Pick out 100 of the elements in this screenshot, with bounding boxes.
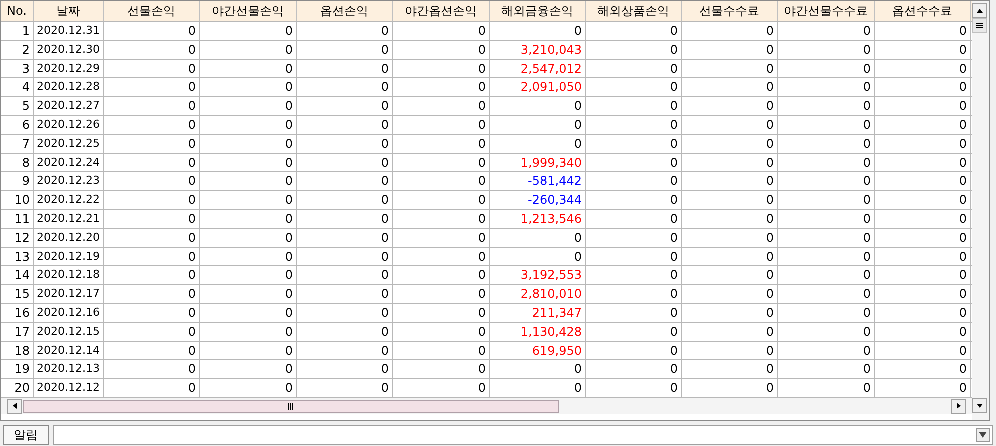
table-cell: 619,950 xyxy=(490,342,586,360)
table-cell: 0 xyxy=(586,97,682,115)
table-cell: 1,130,428 xyxy=(490,322,586,341)
table-cell: 17 xyxy=(1,322,34,341)
vertical-scrollbar[interactable] xyxy=(972,1,989,420)
table-cell: 0 xyxy=(875,40,971,59)
table-cell: 0 xyxy=(297,228,393,247)
column-header[interactable]: No. xyxy=(1,1,34,21)
table-cell: 0 xyxy=(104,379,200,397)
table-cell: 0 xyxy=(778,342,875,360)
table-cell: 0 xyxy=(875,304,971,322)
table-cell: 0 xyxy=(200,379,297,397)
table-cell: 0 xyxy=(682,210,778,228)
table-cell: 0 xyxy=(393,134,490,153)
table-cell: 0 xyxy=(778,322,875,341)
table-cell: 1,213,546 xyxy=(490,210,586,228)
column-header[interactable]: 선물손익 xyxy=(104,1,200,21)
column-header[interactable]: 선물수수료 xyxy=(682,1,778,21)
table-cell: 2020.12.17 xyxy=(34,285,104,303)
column-header[interactable]: 야간옵션손익 xyxy=(393,1,490,21)
table-cell: 2020.12.14 xyxy=(34,342,104,360)
table-cell: 0 xyxy=(200,97,297,115)
table-cell: 0 xyxy=(778,78,875,96)
grip-icon xyxy=(288,402,294,410)
table-cell: 0 xyxy=(200,134,297,153)
table-cell: 0 xyxy=(682,78,778,96)
table-cell: 3,210,043 xyxy=(490,40,586,59)
table-cell: 0 xyxy=(875,22,971,40)
table-cell: 0 xyxy=(393,154,490,172)
column-header[interactable]: 날짜 xyxy=(34,1,104,21)
column-header[interactable]: 해외상품손익 xyxy=(586,1,682,21)
table-cell: 2020.12.27 xyxy=(34,97,104,115)
table-cell: 0 xyxy=(778,266,875,284)
table-cell: 0 xyxy=(682,322,778,341)
table-cell: 0 xyxy=(586,134,682,153)
table-cell: 0 xyxy=(200,78,297,96)
scroll-thumb[interactable] xyxy=(972,18,987,33)
table-cell: 2020.12.31 xyxy=(34,22,104,40)
table-cell: 0 xyxy=(104,60,200,78)
table-cell: 0 xyxy=(104,322,200,341)
alert-dropdown[interactable] xyxy=(53,425,993,445)
scroll-up-button[interactable] xyxy=(972,3,987,18)
scroll-right-button[interactable] xyxy=(951,398,966,414)
table-cell: 0 xyxy=(393,172,490,190)
table-cell: 0 xyxy=(104,172,200,190)
table-cell: 0 xyxy=(104,97,200,115)
table-cell: 0 xyxy=(393,116,490,134)
table-cell: 0 xyxy=(586,22,682,40)
table-cell: 0 xyxy=(104,228,200,247)
table-cell: 0 xyxy=(297,172,393,190)
scroll-down-button[interactable] xyxy=(972,398,987,413)
table-cell: 0 xyxy=(104,134,200,153)
column-header[interactable]: 야간선물손익 xyxy=(200,1,297,21)
table-cell: 2020.12.26 xyxy=(34,116,104,134)
table-cell: 0 xyxy=(778,116,875,134)
horizontal-scrollbar[interactable] xyxy=(1,398,972,414)
table-cell: 0 xyxy=(586,60,682,78)
table-cell: 0 xyxy=(200,154,297,172)
table-cell: 0 xyxy=(200,116,297,134)
column-header[interactable]: 해외금융손익 xyxy=(490,1,586,21)
table-cell: 0 xyxy=(682,97,778,115)
table-cell: 0 xyxy=(297,154,393,172)
table-cell: 0 xyxy=(682,134,778,153)
table-cell: 0 xyxy=(297,210,393,228)
table-cell: 7 xyxy=(1,134,34,153)
table-cell: 2020.12.18 xyxy=(34,266,104,284)
alert-label: 알림 xyxy=(3,425,49,445)
table-cell: 0 xyxy=(393,342,490,360)
table-cell: 0 xyxy=(200,266,297,284)
table-cell: 0 xyxy=(393,322,490,341)
column-header[interactable]: 옵션손익 xyxy=(297,1,393,21)
table-cell: 4 xyxy=(1,78,34,96)
column-header[interactable]: 야간선물수수료 xyxy=(778,1,875,21)
table-cell: 0 xyxy=(682,116,778,134)
table-cell: 2020.12.16 xyxy=(34,304,104,322)
column-header[interactable]: 옵션수수료 xyxy=(875,1,971,21)
table-cell: 0 xyxy=(586,322,682,341)
table-cell: 2020.12.19 xyxy=(34,248,104,266)
table-cell: 6 xyxy=(1,116,34,134)
scroll-thumb[interactable] xyxy=(23,400,559,412)
table-cell: 0 xyxy=(586,266,682,284)
table-cell: 0 xyxy=(297,322,393,341)
table-cell: 0 xyxy=(778,228,875,247)
table-cell: 211,347 xyxy=(490,304,586,322)
table-cell: 5 xyxy=(1,97,34,115)
table-cell: -260,344 xyxy=(490,191,586,209)
table-cell: 19 xyxy=(1,360,34,378)
table-cell: 0 xyxy=(586,228,682,247)
table-cell: 0 xyxy=(297,134,393,153)
table-cell: 0 xyxy=(297,360,393,378)
scroll-left-button[interactable] xyxy=(7,398,22,414)
table-cell: 0 xyxy=(104,266,200,284)
table-cell: 0 xyxy=(104,285,200,303)
table-cell: 0 xyxy=(200,40,297,59)
table-cell: 0 xyxy=(297,191,393,209)
table-cell: 0 xyxy=(875,248,971,266)
table-cell: 3 xyxy=(1,60,34,78)
table-cell: 0 xyxy=(297,304,393,322)
table-cell: 0 xyxy=(778,154,875,172)
table-cell: 0 xyxy=(393,40,490,59)
